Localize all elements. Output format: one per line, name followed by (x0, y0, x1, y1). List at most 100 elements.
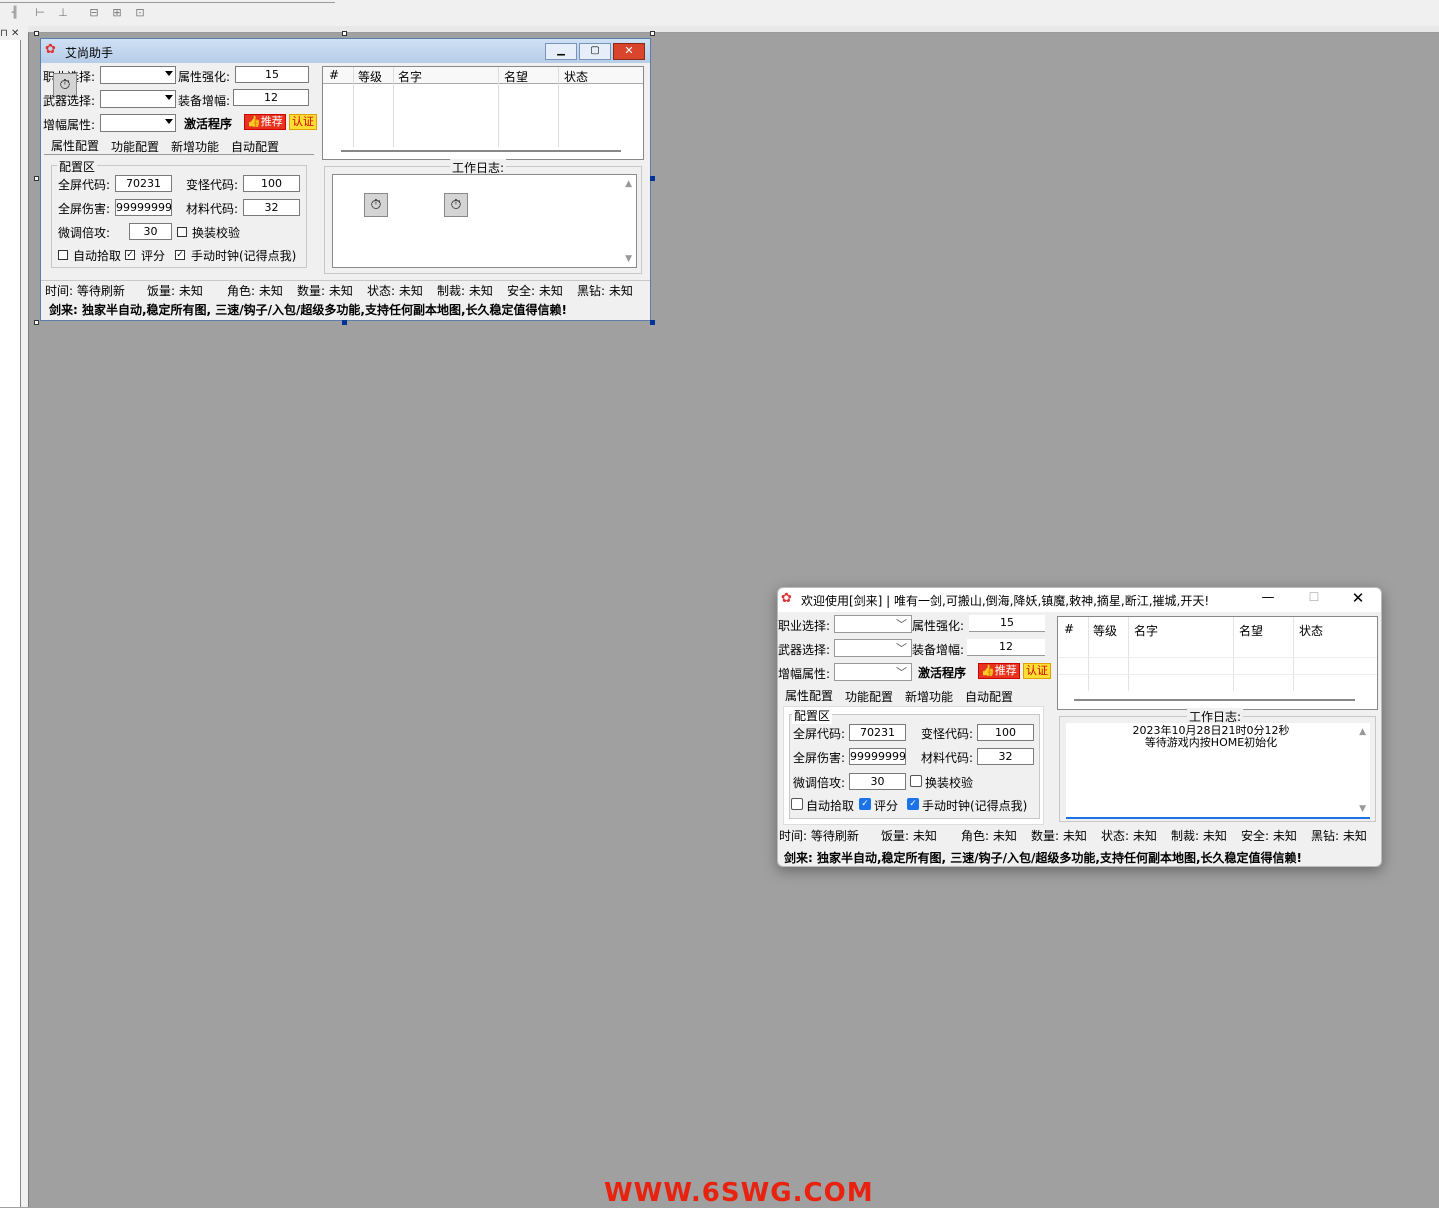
list-header-fame[interactable]: 名望 (504, 68, 528, 85)
tab-function-config[interactable]: 功能配置 (111, 138, 159, 155)
fullscreen-code-label: 全屏代码: (58, 178, 111, 192)
pin-icon[interactable]: ⊓ (0, 28, 8, 39)
tab-attr-config[interactable]: 属性配置 (785, 687, 833, 704)
recommend-button[interactable]: 👍推荐 (244, 114, 286, 130)
manual-clock-checkbox[interactable]: ✓ (175, 250, 185, 260)
scroll-up-icon[interactable]: ▲ (625, 179, 632, 189)
list-header-level[interactable]: 等级 (358, 68, 382, 85)
list-header-num[interactable]: # (329, 68, 339, 82)
auth-button[interactable]: 认证 (1023, 663, 1051, 679)
manual-clock-checkbox[interactable]: ✓ (907, 798, 919, 810)
chevron-down-icon: ﹀ (896, 618, 907, 631)
auth-button[interactable]: 认证 (289, 114, 317, 130)
ide-toolbar: ╢ ⊢ ⊥ ⊟ ⊞ ⊡ (0, 0, 1439, 27)
player-list[interactable]: # 等级 名字 名望 状态 (1057, 616, 1378, 710)
job-label: 职业选择: (778, 619, 831, 633)
list-header-num[interactable]: # (1064, 622, 1074, 636)
fine-tune-input[interactable]: 30 (129, 223, 172, 240)
list-hscrollbar[interactable] (341, 150, 621, 152)
selection-handle[interactable] (34, 176, 39, 181)
space-vertical-icon[interactable]: ⊥ (56, 6, 70, 20)
tab-new-features[interactable]: 新增功能 (171, 138, 219, 155)
list-header-name[interactable]: 名字 (398, 68, 422, 85)
status-role: 角色: 未知 (227, 284, 283, 298)
equip-amp-input[interactable]: 12 (967, 639, 1045, 656)
maximize-button[interactable]: ▢ (579, 43, 611, 60)
dropdown-arrow-icon (165, 95, 173, 100)
swap-check-label: 换装校验 (925, 776, 974, 790)
list-col-divider (1233, 617, 1234, 691)
status-meal: 饭量: 未知 (881, 829, 937, 843)
align-center-icon[interactable]: ╢ (8, 6, 22, 20)
material-code-input[interactable]: 32 (977, 748, 1034, 765)
recommend-button[interactable]: 👍推荐 (978, 663, 1020, 679)
status-time: 时间: 等待刷新 (779, 829, 859, 843)
job-select[interactable]: ﹀ (834, 615, 912, 633)
scroll-down-icon[interactable]: ▼ (1359, 804, 1366, 814)
chevron-down-icon: ﹀ (896, 642, 907, 655)
monster-code-input[interactable]: 100 (243, 175, 300, 192)
weapon-label: 武器选择: (43, 94, 96, 108)
score-checkbox[interactable]: ✓ (859, 798, 871, 810)
fullscreen-code-input[interactable]: 70231 (115, 175, 172, 192)
same-width-icon[interactable]: ⊟ (87, 6, 101, 20)
space-horizontal-icon[interactable]: ⊢ (33, 6, 47, 20)
attr-enhance-input[interactable]: 15 (235, 66, 309, 83)
selection-handle[interactable] (650, 320, 655, 325)
selection-handle[interactable] (650, 176, 655, 181)
score-checkbox[interactable]: ✓ (125, 250, 135, 260)
tab-new-features[interactable]: 新增功能 (905, 688, 953, 705)
activate-label: 激活程序 (184, 117, 233, 131)
tab-function-config[interactable]: 功能配置 (845, 688, 893, 705)
tab-attr-config[interactable]: 属性配置 (51, 137, 99, 154)
player-list[interactable]: # 等级 名字 名望 状态 (322, 66, 644, 160)
list-col-divider (1128, 617, 1129, 691)
swap-check-checkbox[interactable] (910, 775, 922, 787)
selection-handle[interactable] (34, 320, 39, 325)
selection-handle[interactable] (342, 31, 347, 36)
close-icon[interactable]: ✕ (11, 28, 19, 39)
selection-handle[interactable] (34, 31, 39, 36)
attr-enhance-input[interactable]: 15 (969, 615, 1045, 632)
list-header-name[interactable]: 名字 (1134, 622, 1158, 639)
weapon-select[interactable] (100, 90, 176, 108)
equip-amp-input[interactable]: 12 (233, 89, 309, 106)
fine-tune-label: 微调倍攻: (58, 226, 111, 240)
swap-check-checkbox[interactable] (177, 227, 187, 237)
scroll-up-icon[interactable]: ▲ (1359, 727, 1366, 737)
same-height-icon[interactable]: ⊞ (110, 6, 124, 20)
list-header-level[interactable]: 等级 (1093, 622, 1117, 639)
list-hscrollbar[interactable] (1074, 699, 1355, 701)
status-count: 数量: 未知 (1031, 829, 1087, 843)
fullscreen-damage-input[interactable]: 99999999 (849, 748, 906, 765)
scroll-down-icon[interactable]: ▼ (625, 254, 632, 264)
monster-code-input[interactable]: 100 (977, 724, 1034, 741)
fine-tune-input[interactable]: 30 (849, 773, 906, 790)
amp-attr-select[interactable]: ﹀ (834, 663, 912, 681)
list-header-status[interactable]: 状态 (1299, 622, 1323, 639)
log-box[interactable]: ▲ ▼ ⏱ ⏱ (332, 174, 637, 268)
job-select[interactable] (100, 66, 176, 84)
tab-auto-config[interactable]: 自动配置 (965, 688, 1013, 705)
fullscreen-damage-input[interactable]: 99999999 (115, 199, 172, 216)
list-col-divider (498, 67, 499, 147)
minimize-button[interactable]: ▁ (545, 43, 577, 60)
selection-handle[interactable] (342, 320, 347, 325)
maximize-button[interactable]: ☐ (1300, 590, 1328, 608)
close-button[interactable]: ✕ (613, 43, 645, 60)
log-box[interactable]: 2023年10月28日21时0分12秒 等待游戏内按HOME初始化 ▲ ▼ (1066, 723, 1370, 819)
auto-pickup-checkbox[interactable] (58, 250, 68, 260)
equip-amp-label: 装备增幅: (912, 643, 965, 657)
selection-handle[interactable] (650, 31, 655, 36)
list-header-fame[interactable]: 名望 (1239, 622, 1263, 639)
minimize-button[interactable]: — (1254, 590, 1282, 608)
list-header-status[interactable]: 状态 (564, 68, 588, 85)
close-button[interactable]: ✕ (1344, 589, 1372, 607)
amp-attr-select[interactable] (100, 114, 176, 132)
fullscreen-code-input[interactable]: 70231 (849, 724, 906, 741)
material-code-input[interactable]: 32 (243, 199, 300, 216)
same-size-icon[interactable]: ⊡ (133, 6, 147, 20)
auto-pickup-checkbox[interactable] (791, 798, 803, 810)
tab-auto-config[interactable]: 自动配置 (231, 138, 279, 155)
weapon-select[interactable]: ﹀ (834, 639, 912, 657)
